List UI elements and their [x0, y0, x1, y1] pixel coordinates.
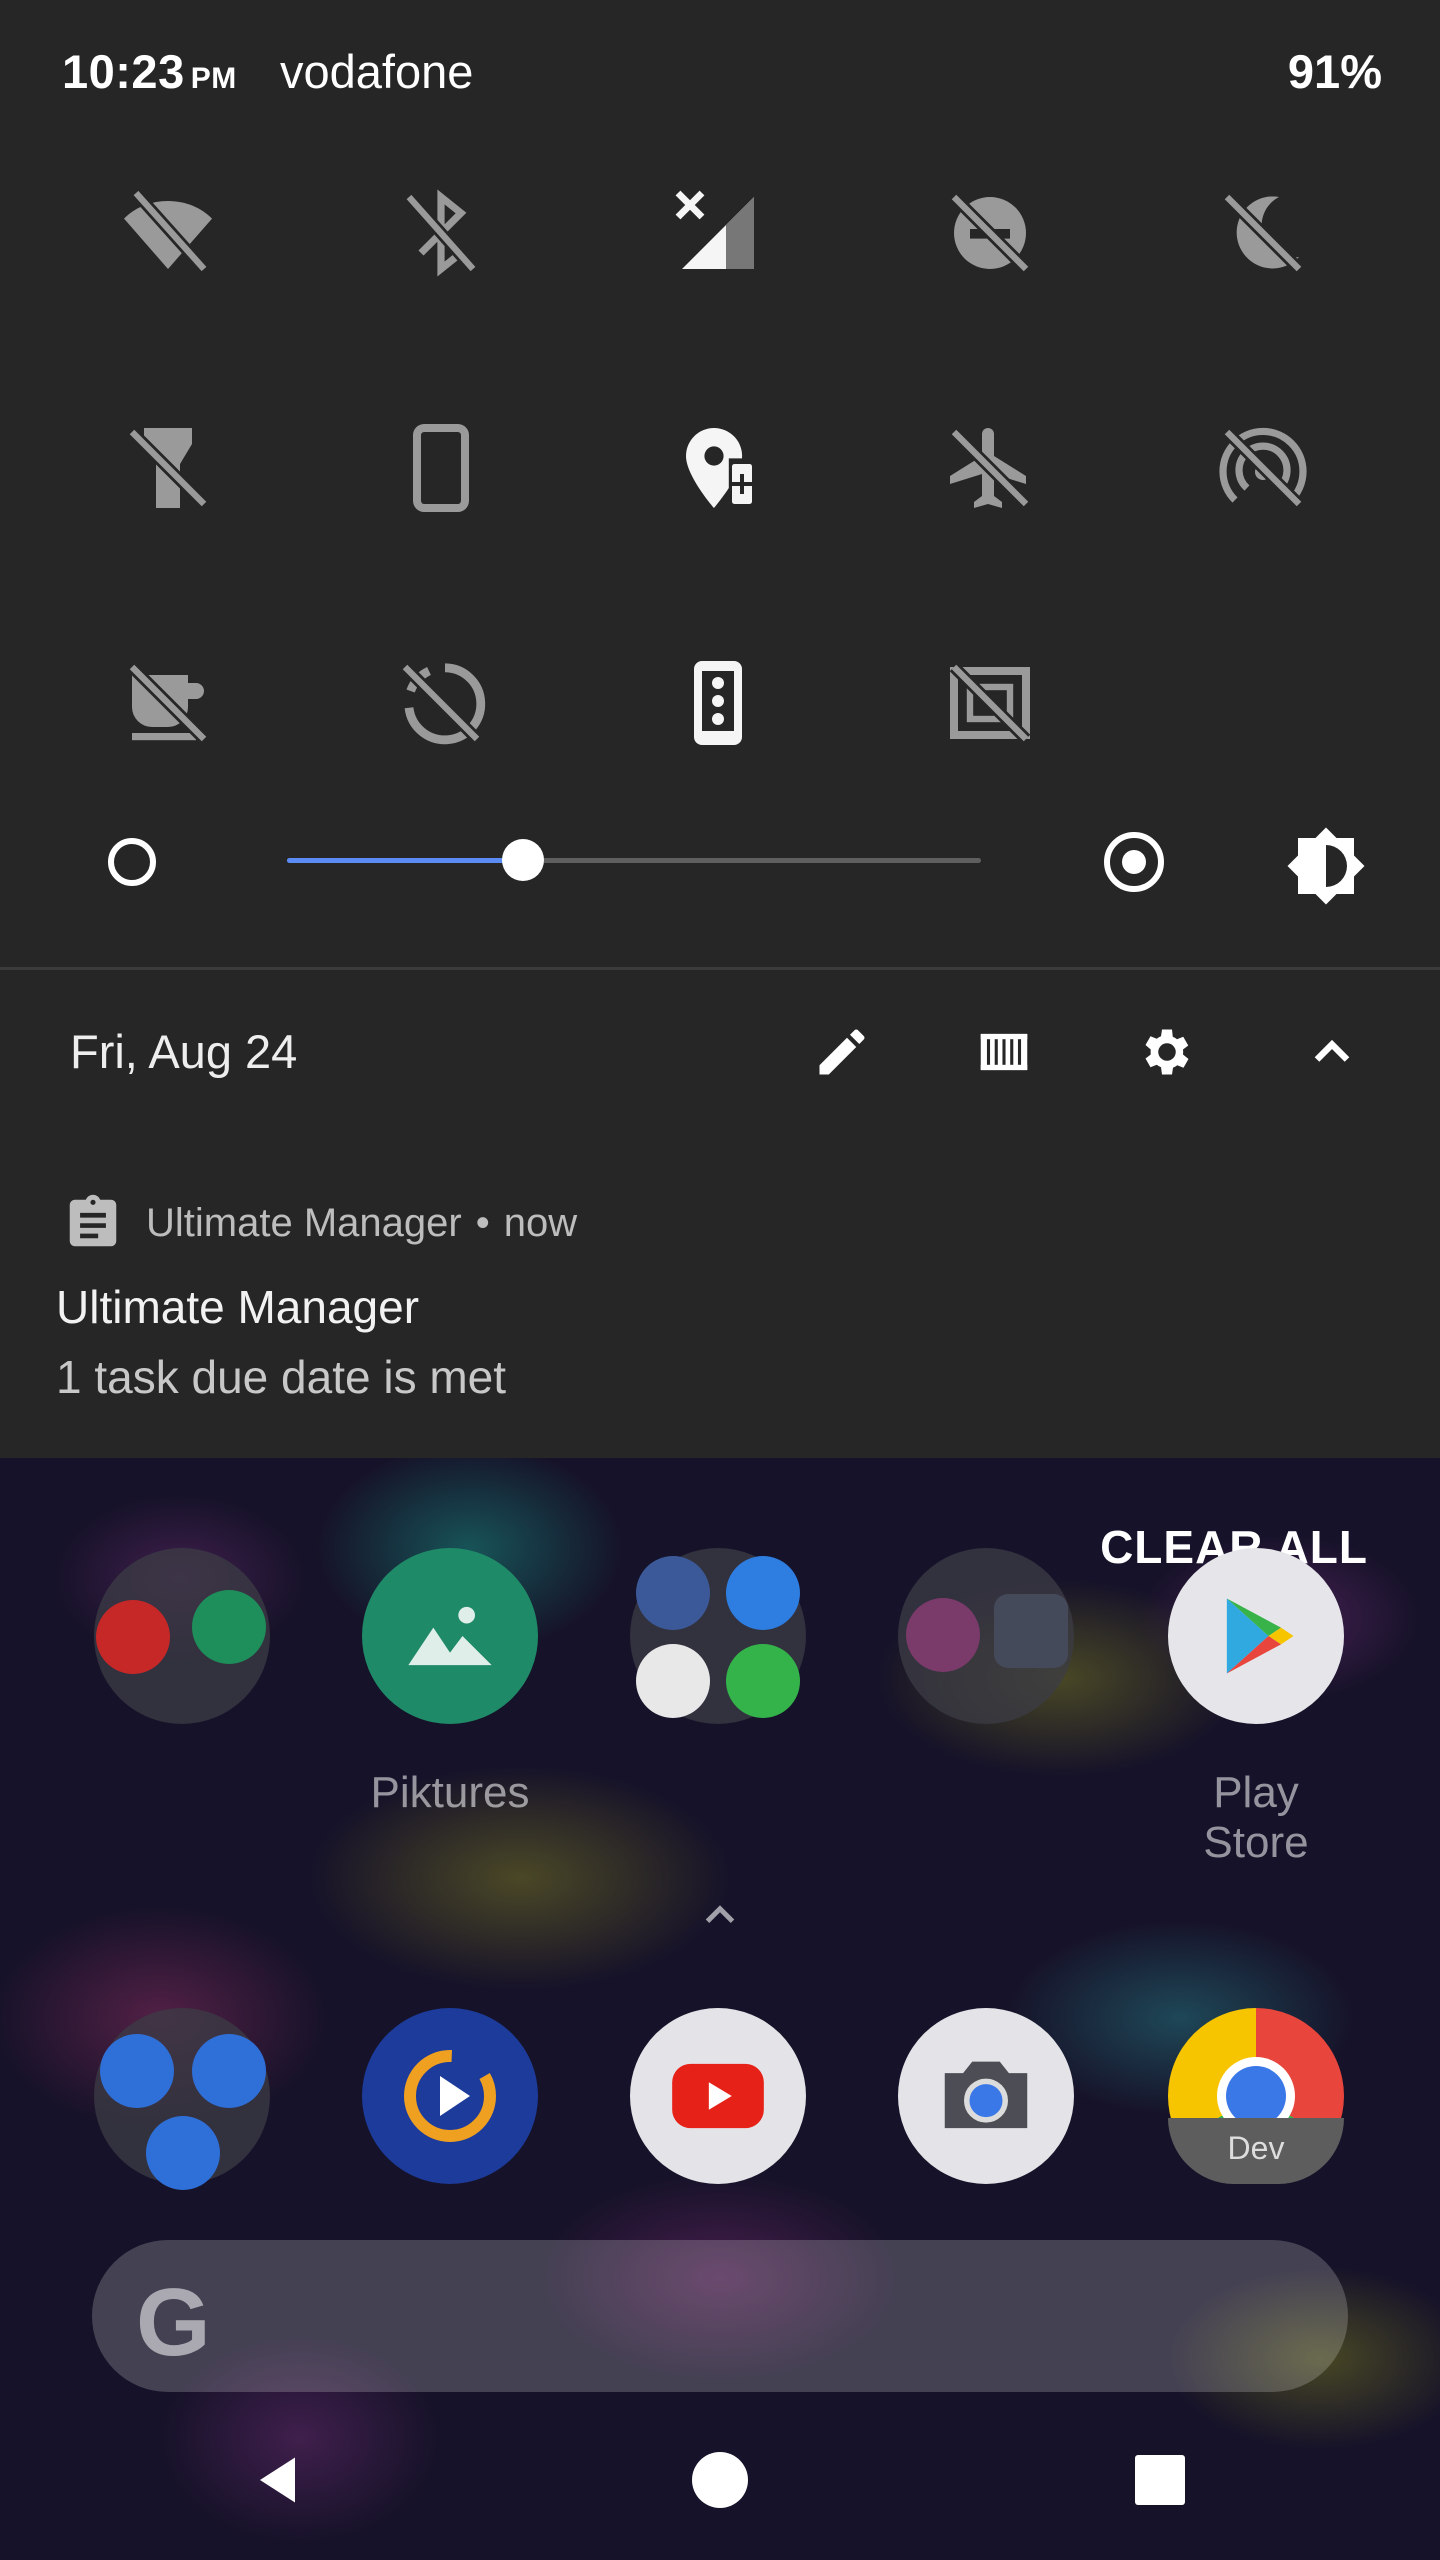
dock-media-player[interactable]: [360, 2008, 540, 2184]
notification-app-name: Ultimate Manager: [146, 1200, 462, 1245]
google-logo-icon: G: [136, 2269, 211, 2376]
contacts-icon: [146, 2116, 220, 2190]
memory-chip-icon[interactable]: [962, 1010, 1046, 1094]
app-label: Play Store: [1203, 1768, 1309, 1867]
caffeine-off-icon[interactable]: [113, 648, 223, 758]
notification-title: Ultimate Manager: [56, 1281, 420, 1333]
youtube-icon: [672, 2063, 764, 2129]
location-battery-saver-icon[interactable]: [663, 413, 773, 523]
notification-separator: •: [475, 1200, 490, 1245]
camera-icon: [944, 2061, 1028, 2129]
airplane-mode-off-icon[interactable]: [935, 413, 1045, 523]
brightness-row: [0, 800, 1440, 920]
phone-icon: [100, 2034, 174, 2108]
dock-youtube[interactable]: [628, 2008, 808, 2184]
messages-icon: [192, 2034, 266, 2108]
auto-brightness-icon[interactable]: [1284, 824, 1368, 908]
flashlight-off-icon[interactable]: [113, 413, 223, 523]
home-icon[interactable]: [680, 2440, 760, 2520]
dock-chrome-dev[interactable]: Dev: [1166, 2008, 1346, 2184]
date-label: Fri, Aug 24: [70, 1025, 298, 1078]
quick-settings-panel: 10:23 PM vodafone 91%: [0, 0, 1440, 970]
app-play-store[interactable]: Play Store: [1166, 1548, 1346, 1868]
dock-camera[interactable]: [896, 2008, 1076, 2184]
app-folder-games[interactable]: [896, 1548, 1076, 1768]
wifi-off-icon[interactable]: [113, 178, 223, 288]
battery-percent: 91%: [1287, 45, 1382, 98]
hotspot-off-icon[interactable]: [1208, 413, 1318, 523]
screen-cast-off-icon[interactable]: [935, 648, 1045, 758]
messenger-icon: [726, 1556, 800, 1630]
app-piktures[interactable]: Piktures: [360, 1548, 540, 1818]
notification-header: Ultimate Manager • now: [62, 1192, 577, 1254]
night-light-off-icon[interactable]: [1208, 178, 1318, 288]
shade-footer: Fri, Aug 24: [0, 970, 1440, 1140]
notification-card[interactable]: Ultimate Manager • now Ultimate Manager …: [0, 1140, 1440, 1458]
app-drawer-chevron-icon[interactable]: [695, 1890, 745, 1945]
status-bar: 10:23 PM vodafone 91%: [0, 0, 1440, 140]
dev-badge: Dev: [1168, 2118, 1344, 2184]
game-castle-icon: [906, 1598, 980, 1672]
facebook-icon: [636, 1556, 710, 1630]
app-folder-office[interactable]: [92, 1548, 272, 1768]
brightness-slider[interactable]: [287, 839, 981, 881]
cellular-no-data-icon[interactable]: [663, 178, 773, 288]
notification-text: 1 task due date is met: [56, 1351, 507, 1403]
brightness-slider-thumb[interactable]: [501, 839, 544, 881]
phone-tile-icon[interactable]: [663, 648, 773, 758]
brightness-high-icon: [1104, 832, 1164, 892]
bluetooth-off-icon[interactable]: [386, 178, 496, 288]
data-saver-off-icon[interactable]: [386, 648, 496, 758]
media-player-icon: [404, 2050, 496, 2142]
game-ninja-icon: [994, 1594, 1068, 1668]
do-not-disturb-off-icon[interactable]: [935, 178, 1045, 288]
recents-icon[interactable]: [1120, 2440, 1200, 2520]
app-label: Piktures: [370, 1768, 530, 1817]
auto-rotate-portrait-icon[interactable]: [386, 413, 496, 523]
mountains-icon: [408, 1606, 492, 1666]
clipboard-icon: [69, 1194, 117, 1247]
play-store-icon: [1226, 1598, 1294, 1674]
brightness-low-icon: [108, 838, 156, 886]
acrobat-icon: [96, 1600, 170, 1674]
brightness-slider-fill: [287, 858, 523, 863]
collapse-chevron-icon[interactable]: [1290, 1010, 1374, 1094]
back-icon[interactable]: [240, 2440, 320, 2520]
sheets-icon: [192, 1590, 266, 1664]
whatsapp-icon: [726, 1644, 800, 1718]
status-time: 10:23 PM: [62, 45, 237, 98]
app-folder-social[interactable]: [628, 1548, 808, 1768]
settings-gear-icon[interactable]: [1125, 1010, 1209, 1094]
navigation-bar: [0, 2400, 1440, 2560]
google-search-bar[interactable]: G: [92, 2240, 1348, 2392]
gmail-icon: [636, 1644, 710, 1718]
carrier-name: vodafone: [280, 45, 474, 98]
edit-icon[interactable]: [800, 1010, 884, 1094]
dock-folder-communication[interactable]: [92, 2008, 272, 2190]
notification-time: now: [503, 1200, 578, 1245]
